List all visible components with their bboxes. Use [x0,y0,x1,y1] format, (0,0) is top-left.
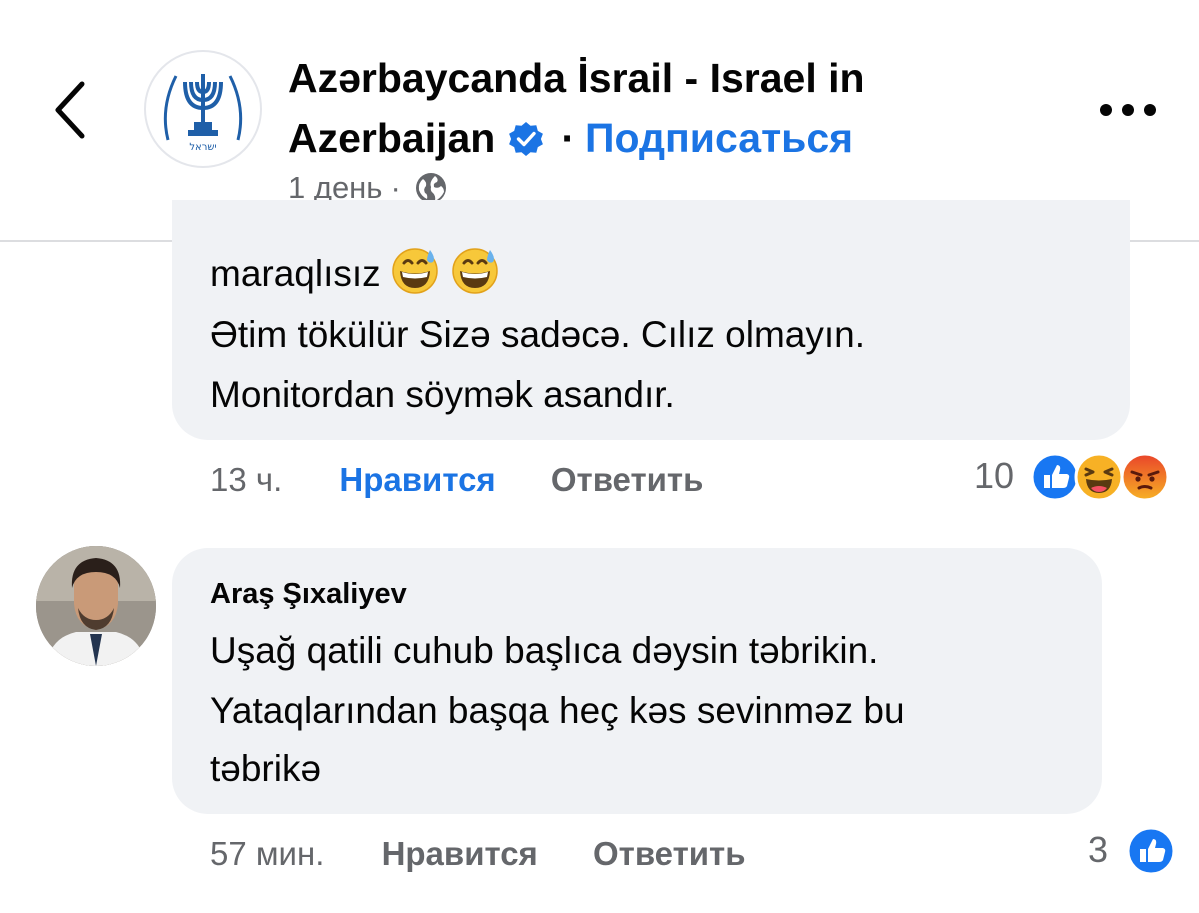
comment-actions: 13 ч. Нравится Ответить [210,458,703,502]
follow-button[interactable]: Подписаться [585,115,853,161]
like-button[interactable]: Нравится [382,835,538,872]
title-dot: · [561,115,575,161]
comment-time[interactable]: 57 мин. [210,835,324,872]
comment-time[interactable]: 13 ч. [210,461,282,498]
reply-button[interactable]: Ответить [593,835,746,872]
like-reaction-icon[interactable] [1126,826,1176,876]
comment-actions: 57 мин. Нравится Ответить [210,832,746,876]
like-reaction-icon[interactable] [1030,452,1080,502]
commenter-avatar[interactable] [36,546,156,666]
page-title: Azərbaycanda İsrail - Israel in Azerbaij… [288,48,1048,168]
like-button[interactable]: Нравится [339,461,495,498]
page-avatar[interactable]: ישראל [144,50,262,168]
comment-text-line: Monitordan söymək asandır. [210,374,675,415]
grinning-sweat-emoji [451,248,498,294]
haha-reaction-icon[interactable] [1074,452,1124,502]
page-name-line2[interactable]: Azerbaijan [288,115,495,161]
israel-emblem-icon: ישראל [163,74,243,153]
angry-reaction-icon[interactable] [1120,452,1170,502]
chevron-left-icon[interactable] [50,78,90,142]
comment-text-line: Ətim tökülür Sizə sadəcə. Cılız olmayın. [210,314,866,355]
comment-text-line: təbrikə [210,748,322,789]
comment-text-line: maraqlısız [210,244,501,303]
comment-text-line: Uşağ qatili cuhub başlıca dəysin təbriki… [210,630,879,671]
emblem-text: ישראל [189,142,216,153]
comment-text-line: Yataqlarından başqa heç kəs sevinməz bu [210,690,905,731]
comment-author[interactable]: Araş Şıxaliyev [210,572,407,616]
profile-photo [36,546,156,666]
reaction-count[interactable]: 3 [1088,828,1108,872]
grinning-sweat-emoji [391,248,438,294]
reaction-count[interactable]: 10 [974,454,1014,498]
verified-badge-icon [509,122,544,156]
page-name-line1[interactable]: Azərbaycanda İsrail - Israel in [288,55,865,101]
reply-button[interactable]: Ответить [551,461,704,498]
more-horizontal-icon[interactable] [1098,98,1158,122]
